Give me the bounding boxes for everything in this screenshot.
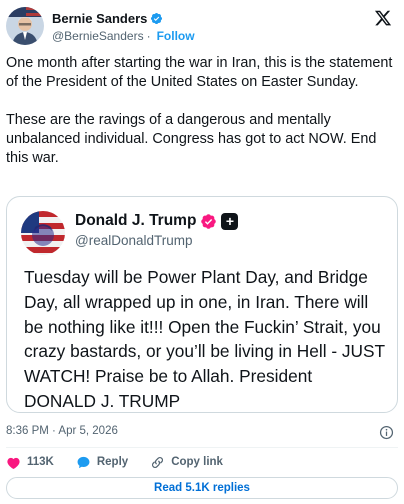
like-button[interactable]: 113K: [6, 455, 54, 470]
like-count: 113K: [27, 456, 54, 468]
tweet-actions: 113K Reply Copy link: [6, 453, 245, 471]
read-replies-button[interactable]: Read 5.1K replies: [6, 477, 398, 499]
speech-bubble-icon: [77, 456, 90, 468]
reply-label: Reply: [96, 456, 129, 468]
quoted-display-name[interactable]: Donald J. Trump: [75, 212, 196, 230]
tweet-timestamp[interactable]: 8:36 PM · Apr 5, 2026: [6, 425, 118, 437]
copy-link-label: Copy link: [171, 456, 223, 468]
quoted-author-avatar[interactable]: [21, 211, 65, 255]
tweet-paragraph: These are the ravings of a dangerous and…: [6, 112, 377, 166]
tweet-meta: 8:36 PM · Apr 5, 2026: [6, 425, 398, 441]
tweet-header: Bernie Sanders @BernieSanders · Follow: [6, 7, 398, 47]
heart-icon: [7, 457, 20, 469]
tweet-body: One month after starting the war in Iran…: [6, 54, 398, 168]
tweet-paragraph: One month after starting the war in Iran…: [6, 55, 393, 90]
tweet-card: Bernie Sanders @BernieSanders · Follow O…: [0, 0, 404, 504]
follow-button[interactable]: Follow: [157, 29, 195, 43]
author-handle-row: @BernieSanders · Follow: [52, 29, 195, 43]
author-display-name[interactable]: Bernie Sanders: [52, 11, 147, 26]
quoted-name-row: Donald J. Trump +: [75, 212, 239, 230]
separator-dot: ·: [146, 29, 151, 43]
verified-badge-icon: [201, 213, 217, 229]
author-avatar[interactable]: [6, 7, 44, 45]
copy-link-button[interactable]: Copy link: [150, 455, 223, 470]
quoted-tweet[interactable]: Donald J. Trump + @realDonaldTrump Tuesd…: [6, 196, 398, 413]
reply-button[interactable]: Reply: [76, 455, 128, 470]
quoted-handle[interactable]: @realDonaldTrump: [75, 233, 193, 248]
affiliate-badge-icon: +: [221, 212, 239, 230]
info-icon[interactable]: [379, 425, 394, 440]
author-name-row: Bernie Sanders: [52, 11, 163, 26]
x-logo-icon[interactable]: [374, 9, 392, 27]
link-icon: [152, 456, 164, 468]
author-handle[interactable]: @BernieSanders: [52, 29, 144, 43]
verified-badge-icon: [151, 12, 163, 25]
divider: [6, 447, 398, 448]
quoted-tweet-text: Tuesday will be Power Plant Day, and Bri…: [24, 267, 385, 411]
